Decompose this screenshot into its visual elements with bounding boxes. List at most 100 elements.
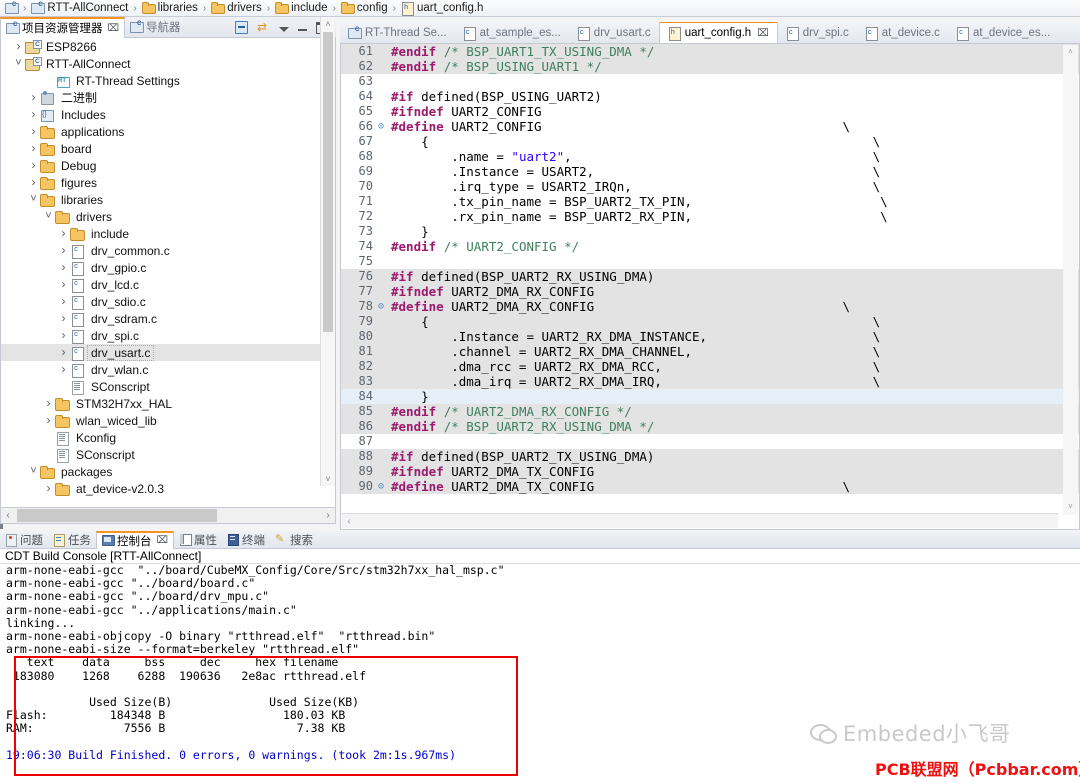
code-line[interactable]: 62 #endif /* BSP_USING_UART1 */ <box>341 59 1079 74</box>
editor-tabbar[interactable]: RT-Thread Se... at_sample_es... drv_usart.… <box>340 22 1080 44</box>
code-line[interactable]: 68 .name = "uart2", \ <box>341 149 1079 164</box>
tree-item-stm32h7xx-hal[interactable]: STM32H7xx_HAL <box>1 395 335 412</box>
code-line[interactable]: 80 .Instance = UART2_RX_DMA_INSTANCE, \ <box>341 329 1079 344</box>
chevron-right-icon[interactable] <box>58 293 69 311</box>
breadcrumb-item-include[interactable]: include <box>274 2 328 14</box>
tree-item-board[interactable]: board <box>1 140 335 157</box>
editor-horizontal-scrollbar[interactable]: ‹ <box>342 513 1058 528</box>
code-line[interactable]: 76 #if defined(BSP_UART2_RX_USING_DMA) <box>341 269 1079 284</box>
chevron-right-icon[interactable] <box>28 174 39 192</box>
code-line[interactable]: 65 #ifndef UART2_CONFIG <box>341 104 1079 119</box>
console-tabbar[interactable]: 问题 任务 控制台 ⌧ 属性 终端 ✎ 搜索 <box>0 530 1080 549</box>
tree-item-drv-lcd-c[interactable]: drv_lcd.c <box>1 276 335 293</box>
tree-item-libraries[interactable]: libraries <box>1 191 335 208</box>
tree-item-drv-spi-c[interactable]: drv_spi.c <box>1 327 335 344</box>
code-line[interactable]: 74 #endif /* UART2_CONFIG */ <box>341 239 1079 254</box>
tree-item-wlan-wiced-lib[interactable]: wlan_wiced_lib <box>1 412 335 429</box>
tab-project-explorer[interactable]: 项目资源管理器 ⌧ <box>0 16 126 38</box>
editor-tab-at-sample-es-[interactable]: at_sample_es... <box>455 22 569 43</box>
tree-item-packages[interactable]: packages <box>1 463 335 480</box>
code-line[interactable]: 69 .Instance = USART2, \ <box>341 164 1079 179</box>
editor-tab-at-device-c[interactable]: at_device.c <box>857 22 948 43</box>
editor-tab-rt-thread-se-[interactable]: RT-Thread Se... <box>340 22 455 43</box>
code-line[interactable]: 87 <box>341 434 1079 449</box>
code-line[interactable]: 64 #if defined(BSP_USING_UART2) <box>341 89 1079 104</box>
tree-item-drv-usart-c[interactable]: drv_usart.c <box>1 344 335 361</box>
close-icon[interactable]: ⌧ <box>157 535 169 546</box>
link-with-editor-icon[interactable]: ⇄ <box>257 20 270 34</box>
code-line[interactable]: 77 #ifndef UART2_DMA_RX_CONFIG <box>341 284 1079 299</box>
tree-item-esp8266[interactable]: ESP8266 <box>1 38 335 55</box>
source-code[interactable]: 61 #endif /* BSP_UART1_TX_USING_DMA */ 62 #… <box>341 44 1079 494</box>
code-line[interactable]: 81 .channel = UART2_RX_DMA_CHANNEL, \ <box>341 344 1079 359</box>
chevron-down-icon[interactable] <box>13 55 24 72</box>
code-line[interactable]: 86 #endif /* BSP_UART2_RX_USING_DMA */ <box>341 419 1079 434</box>
tree-horizontal-scrollbar[interactable]: ‹ › <box>0 507 336 524</box>
code-line[interactable]: 63 <box>341 74 1079 89</box>
code-line[interactable]: 70 .irq_type = USART2_IRQn, \ <box>341 179 1079 194</box>
chevron-right-icon[interactable] <box>43 395 54 413</box>
chevron-right-icon[interactable] <box>58 225 69 243</box>
tree-item-figures[interactable]: figures <box>1 174 335 191</box>
chevron-right-icon[interactable] <box>58 361 69 379</box>
code-line[interactable]: 89 #ifndef UART2_DMA_TX_CONFIG <box>341 464 1079 479</box>
collapse-all-icon[interactable] <box>235 20 248 34</box>
editor-tab-uart-config-h[interactable]: uart_config.h ⌧ <box>658 22 778 43</box>
code-line[interactable]: 78 ⊝ #define UART2_DMA_RX_CONFIG \ <box>341 299 1079 314</box>
chevron-right-icon[interactable] <box>58 276 69 294</box>
chevron-down-icon[interactable] <box>43 208 54 225</box>
editor-tab-drv-spi-c[interactable]: drv_spi.c <box>778 22 857 43</box>
tree-item-applications[interactable]: applications <box>1 123 335 140</box>
code-line[interactable]: 82 .dma_rcc = UART2_RX_DMA_RCC, \ <box>341 359 1079 374</box>
tree-item-drv-common-c[interactable]: drv_common.c <box>1 242 335 259</box>
chevron-right-icon[interactable] <box>28 106 39 124</box>
code-line[interactable]: 75 <box>341 254 1079 269</box>
console-tab-tasks[interactable]: 任务 <box>48 531 96 549</box>
code-line[interactable]: 66 ⊝ #define UART2_CONFIG \ <box>341 119 1079 134</box>
chevron-right-icon[interactable] <box>58 344 69 362</box>
code-line[interactable]: 71 .tx_pin_name = BSP_UART2_TX_PIN, \ <box>341 194 1079 209</box>
code-line[interactable]: 72 .rx_pin_name = BSP_UART2_RX_PIN, \ <box>341 209 1079 224</box>
scroll-up-icon[interactable]: ˄ <box>322 18 334 30</box>
tab-navigator[interactable]: 导航器 <box>125 17 186 38</box>
chevron-right-icon[interactable] <box>43 412 54 430</box>
tree-item-include[interactable]: include <box>1 225 335 242</box>
breadcrumb-item-config[interactable]: config <box>340 2 389 14</box>
tree-item-debug[interactable]: Debug <box>1 157 335 174</box>
tree-item--[interactable]: 二进制 <box>1 89 335 106</box>
editor-tab-drv-usart-c[interactable]: drv_usart.c <box>569 22 659 43</box>
close-icon[interactable]: ⌧ <box>757 28 769 39</box>
tree-item-drv-wlan-c[interactable]: drv_wlan.c <box>1 361 335 378</box>
view-menu-icon[interactable] <box>279 26 289 32</box>
scroll-track[interactable] <box>15 509 321 522</box>
tree-item-includes[interactable]: Includes <box>1 106 335 123</box>
code-line[interactable]: 83 .dma_irq = UART2_RX_DMA_IRQ, \ <box>341 374 1079 389</box>
code-line[interactable]: 61 #endif /* BSP_UART1_TX_USING_DMA */ <box>341 44 1079 59</box>
editor-vertical-scrollbar[interactable]: ˄ ˅ <box>1063 45 1078 515</box>
console-tab-console[interactable]: 控制台 ⌧ <box>96 530 175 549</box>
tree-item-drv-gpio-c[interactable]: drv_gpio.c <box>1 259 335 276</box>
project-tree[interactable]: ESP8266 RTT-AllConnect RT-Thread Settings 二… <box>0 38 336 507</box>
chevron-right-icon[interactable] <box>43 480 54 498</box>
breadcrumb-item-drivers[interactable]: drivers <box>210 2 263 14</box>
chevron-down-icon[interactable] <box>28 463 39 480</box>
tree-item-drv-sdio-c[interactable]: drv_sdio.c <box>1 293 335 310</box>
chevron-right-icon[interactable] <box>28 140 39 158</box>
editor-tab-at-device-es-[interactable]: at_device_es... <box>948 22 1058 43</box>
breadcrumb-item-root[interactable] <box>4 2 19 14</box>
fold-toggle-icon[interactable]: ⊝ <box>375 479 387 494</box>
tree-item-sconscript[interactable]: SConscript <box>1 378 335 395</box>
code-line[interactable]: 90 ⊝ #define UART2_DMA_TX_CONFIG \ <box>341 479 1079 494</box>
editor-body[interactable]: 61 #endif /* BSP_UART1_TX_USING_DMA */ 62 #… <box>340 44 1080 530</box>
console-output[interactable]: arm-none-eabi-gcc "../board/CubeMX_Confi… <box>0 564 1080 782</box>
code-line[interactable]: 73 } <box>341 224 1079 239</box>
minimize-icon[interactable] <box>298 29 307 31</box>
scroll-down-icon[interactable]: ˅ <box>1065 502 1076 513</box>
breadcrumb-item-project[interactable]: RTT-AllConnect <box>30 2 129 14</box>
chevron-right-icon[interactable] <box>58 259 69 277</box>
console-tab-problems[interactable]: 问题 <box>0 531 48 549</box>
scroll-right-icon[interactable]: › <box>321 510 335 521</box>
scroll-down-icon[interactable]: ˅ <box>322 473 334 485</box>
tree-item-drv-sdram-c[interactable]: drv_sdram.c <box>1 310 335 327</box>
tree-vertical-scrollbar[interactable]: ˄ ˅ <box>320 17 335 486</box>
